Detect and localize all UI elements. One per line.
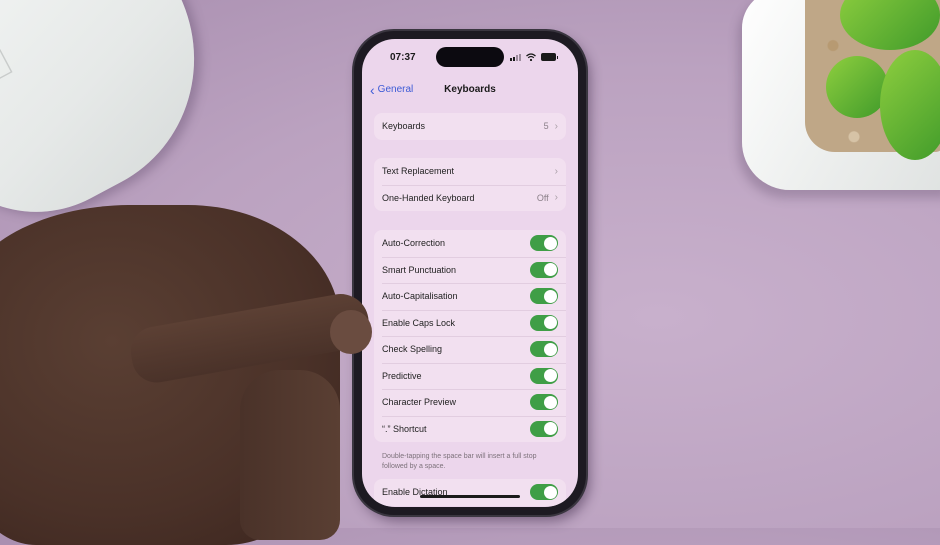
thumb	[240, 370, 340, 540]
row-keyboards[interactable]: Keyboards 5 ›	[374, 113, 566, 140]
succulent-leaf	[826, 56, 888, 118]
period-shortcut-toggle[interactable]	[530, 420, 558, 437]
chevron-right-icon: ›	[554, 120, 558, 132]
keyboards-group: Keyboards 5 ›	[374, 113, 566, 140]
battery-icon	[541, 53, 558, 61]
page-title: Keyboards	[444, 84, 496, 95]
row-period-shortcut: “.” Shortcut	[374, 415, 566, 443]
smart-punctuation-toggle[interactable]	[530, 261, 558, 278]
caps-lock-toggle[interactable]	[530, 314, 558, 331]
character-preview-toggle[interactable]	[530, 394, 558, 411]
dictation-toggle[interactable]	[530, 484, 558, 501]
row-label: Smart Punctuation	[382, 264, 457, 275]
chevron-right-icon: ›	[554, 165, 558, 177]
dictation-group: Enable Dictation	[374, 479, 566, 506]
check-spelling-toggle[interactable]	[530, 341, 558, 358]
row-label: Predictive	[382, 370, 422, 381]
wifi-icon	[526, 53, 536, 61]
row-predictive: Predictive	[374, 362, 566, 390]
row-label: Character Preview	[382, 397, 457, 408]
row-enable-caps-lock: Enable Caps Lock	[374, 309, 566, 337]
apple-logo-icon: 	[0, 40, 23, 92]
row-one-handed-keyboard[interactable]: One-Handed Keyboard Off ›	[374, 184, 566, 212]
row-label: Check Spelling	[382, 344, 443, 355]
home-indicator[interactable]	[420, 495, 520, 498]
row-label: Enable Caps Lock	[382, 317, 456, 328]
row-smart-punctuation: Smart Punctuation	[374, 256, 566, 284]
keyboards-count: 5	[543, 121, 549, 132]
status-time: 07:37	[390, 52, 416, 63]
phone-screen: 07:37 ‹ General Keyboards Keyboards 5 › …	[362, 39, 578, 507]
row-text-replacement[interactable]: Text Replacement ›	[374, 158, 566, 185]
toggles-group: Auto-Correction Smart Punctuation Auto-C…	[374, 230, 566, 442]
status-bar: 07:37	[362, 39, 578, 73]
chevron-right-icon: ›	[554, 192, 558, 204]
row-label: One-Handed Keyboard	[382, 192, 475, 203]
row-check-spelling: Check Spelling	[374, 336, 566, 363]
period-shortcut-footnote: Double-tapping the space bar will insert…	[382, 453, 537, 470]
iphone: 07:37 ‹ General Keyboards Keyboards 5 › …	[354, 31, 586, 515]
signal-icon	[510, 53, 521, 61]
auto-capitalisation-toggle[interactable]	[530, 288, 558, 305]
row-auto-capitalisation: Auto-Capitalisation	[374, 283, 566, 310]
predictive-toggle[interactable]	[530, 367, 558, 384]
auto-correction-toggle[interactable]	[530, 235, 558, 252]
row-label: Keyboards	[382, 121, 426, 132]
navigation-bar: ‹ General Keyboards	[362, 81, 578, 101]
dynamic-island	[436, 47, 504, 67]
fingertip	[330, 310, 372, 354]
one-handed-value: Off	[536, 192, 549, 203]
row-enable-dictation: Enable Dictation	[374, 479, 566, 506]
row-label: Auto-Capitalisation	[382, 291, 458, 302]
row-label: Text Replacement	[382, 166, 455, 177]
row-label: Auto-Correction	[382, 238, 446, 249]
row-label: “.” Shortcut	[382, 423, 427, 434]
row-character-preview: Character Preview	[374, 389, 566, 416]
row-auto-correction: Auto-Correction	[374, 230, 566, 257]
text-options-group: Text Replacement › One-Handed Keyboard O…	[374, 158, 566, 211]
